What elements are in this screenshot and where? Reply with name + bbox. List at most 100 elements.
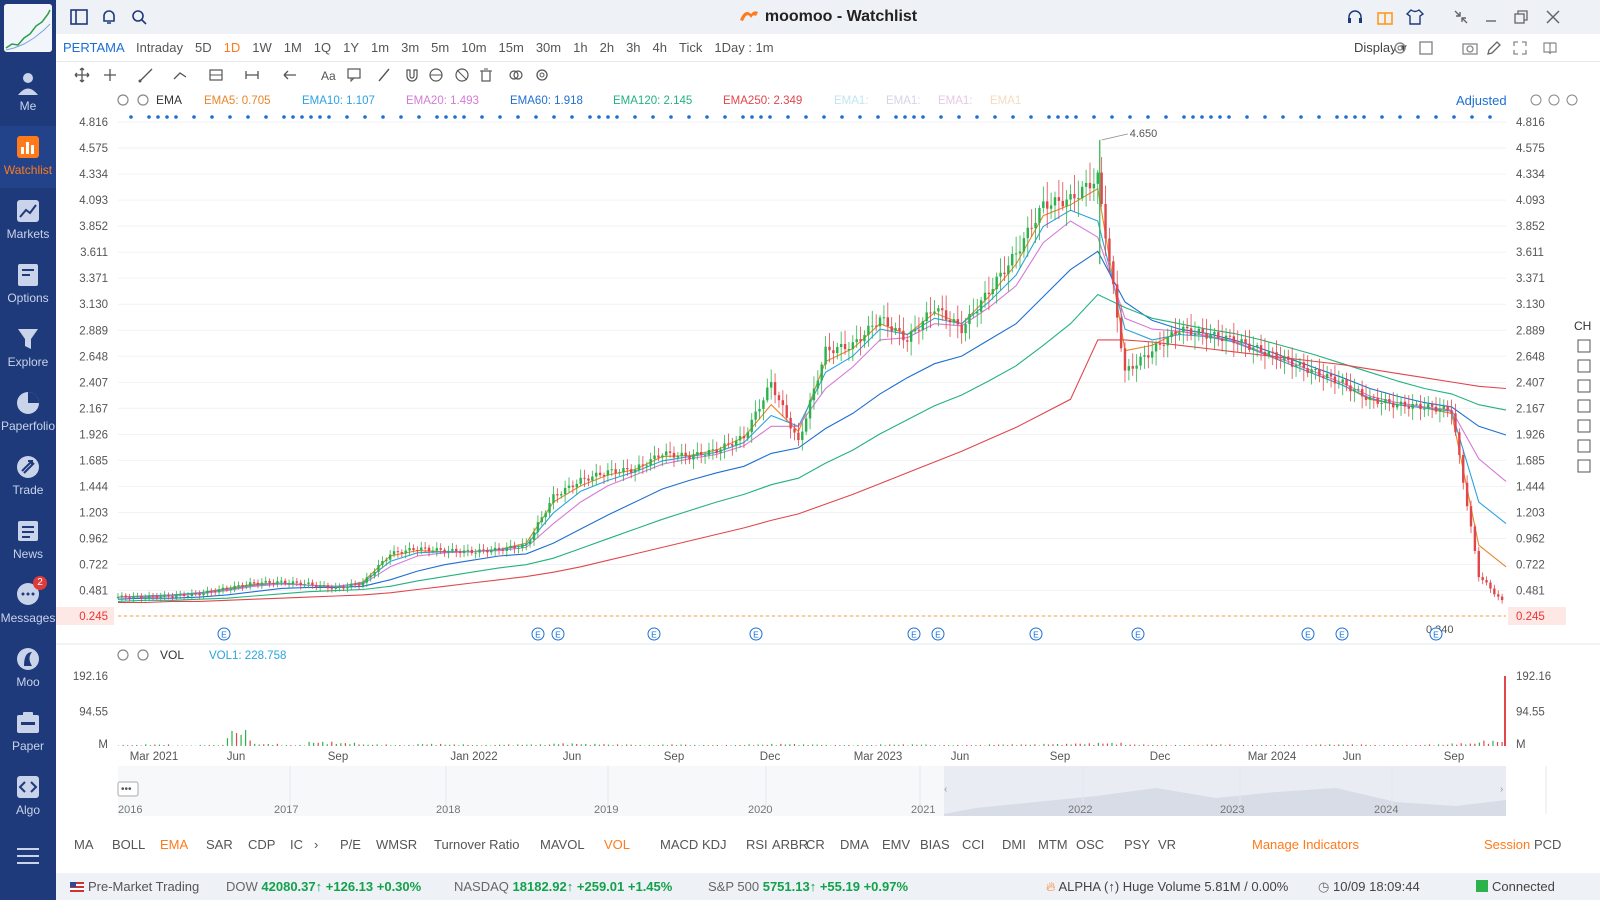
indicator-tab-pcd[interactable]: PCD xyxy=(1534,837,1561,852)
ema-line-ema5[interactable] xyxy=(117,187,1507,598)
event-dot[interactable] xyxy=(453,115,457,119)
indicator-tab-dmi[interactable]: DMI xyxy=(1002,837,1026,852)
event-dot[interactable] xyxy=(534,115,538,119)
magnet-icon[interactable] xyxy=(404,67,420,83)
ema-legend-item[interactable]: EMA5: 0.705 xyxy=(204,95,270,107)
shirt-icon[interactable] xyxy=(1406,8,1424,26)
indicator-tab-mtm[interactable]: MTM xyxy=(1038,837,1068,852)
indicator-tab-osc[interactable]: OSC xyxy=(1076,837,1104,852)
indicator-scroll-chevron-icon[interactable]: › xyxy=(314,837,318,852)
trendline-icon[interactable] xyxy=(138,67,154,83)
indicator-tab-arbr[interactable]: ARBR xyxy=(772,837,808,852)
event-dot[interactable] xyxy=(1047,115,1051,119)
event-dot[interactable] xyxy=(1416,115,1420,119)
event-dot[interactable] xyxy=(1452,115,1456,119)
bell-icon[interactable] xyxy=(100,8,118,26)
ema-legend-item[interactable]: EMA20: 1.493 xyxy=(406,95,479,107)
ema-line-ema120[interactable] xyxy=(117,293,1507,602)
nav-item-explore[interactable]: Explore xyxy=(0,318,56,380)
indicator-tab-bias[interactable]: BIAS xyxy=(920,837,950,852)
settings-gear-icon[interactable] xyxy=(1392,40,1408,56)
side-tool-icon[interactable] xyxy=(1577,339,1591,353)
event-dot[interactable] xyxy=(444,115,448,119)
arrow-icon[interactable] xyxy=(282,67,298,83)
period-tab-2h[interactable]: 2h xyxy=(600,40,614,55)
side-tool-icon[interactable] xyxy=(1577,459,1591,473)
zoom-out-icon[interactable] xyxy=(1548,94,1560,106)
event-dot[interactable] xyxy=(1218,115,1222,119)
settings-icon[interactable] xyxy=(534,67,550,83)
vol-settings-icon[interactable] xyxy=(117,649,129,661)
event-dot[interactable] xyxy=(1380,115,1384,119)
pen-icon[interactable] xyxy=(1486,40,1502,56)
period-tab-30m[interactable]: 30m xyxy=(536,40,561,55)
side-tool-icon[interactable] xyxy=(1577,359,1591,373)
event-dot[interactable] xyxy=(1488,115,1492,119)
side-tool-icon[interactable] xyxy=(1577,379,1591,393)
link-icon[interactable] xyxy=(508,67,524,83)
indicator-tab-emv[interactable]: EMV xyxy=(882,837,910,852)
nav-item-paperfolio[interactable]: Paperfolio xyxy=(0,382,56,444)
navigator-right-handle-icon[interactable]: › xyxy=(1500,784,1503,795)
alpha-alert[interactable]: 🔥︎ ALPHA (↑) Huge Volume 5.81M / 0.00% xyxy=(1046,879,1288,895)
period-tab-10m[interactable]: 10m xyxy=(461,40,486,55)
event-dot[interactable] xyxy=(957,115,961,119)
event-dot[interactable] xyxy=(264,115,268,119)
ticker-symbol[interactable]: PERTAMA xyxy=(63,40,125,55)
event-dot[interactable] xyxy=(1011,115,1015,119)
event-dot[interactable] xyxy=(210,115,214,119)
event-dot[interactable] xyxy=(921,115,925,119)
indicator-tab-boll[interactable]: BOLL xyxy=(112,837,145,852)
mini-chart-thumbnail[interactable] xyxy=(4,4,52,52)
event-dot[interactable] xyxy=(876,115,880,119)
ema-legend-item[interactable]: EMA1: xyxy=(834,95,869,107)
event-dot[interactable] xyxy=(894,115,898,119)
event-dot[interactable] xyxy=(1191,115,1195,119)
indicator-tab-session[interactable]: Session xyxy=(1484,837,1530,852)
indicator-settings-icon[interactable] xyxy=(117,94,129,106)
restore-icon[interactable] xyxy=(1512,8,1530,26)
measure-icon[interactable] xyxy=(244,67,260,83)
event-dot[interactable] xyxy=(1263,115,1267,119)
camera-icon[interactable] xyxy=(1462,40,1478,56)
indicator-tab-ic[interactable]: IC xyxy=(290,837,303,852)
event-dot[interactable] xyxy=(282,115,286,119)
event-dot[interactable] xyxy=(228,115,232,119)
indicator-tab-vr[interactable]: VR xyxy=(1158,837,1176,852)
period-tab-3h[interactable]: 3h xyxy=(626,40,640,55)
ema-legend-item[interactable]: EMA250: 2.349 xyxy=(723,95,802,107)
event-dot[interactable] xyxy=(633,115,637,119)
period-tab-5d[interactable]: 5D xyxy=(195,40,212,55)
fibonacci-icon[interactable] xyxy=(208,67,224,83)
indicator-close-icon[interactable] xyxy=(137,94,149,106)
period-tab-1y[interactable]: 1Y xyxy=(343,40,359,55)
hide-icon[interactable] xyxy=(428,67,444,83)
nav-item-trade[interactable]: Trade xyxy=(0,446,56,508)
minimize-icon[interactable] xyxy=(1482,8,1500,26)
ch-tool-label[interactable]: CH xyxy=(1574,319,1591,333)
nav-item-moo[interactable]: Moo xyxy=(0,638,56,700)
ema-line-ema20[interactable] xyxy=(118,220,1507,598)
fullscreen-icon[interactable] xyxy=(1512,40,1528,56)
overview-navigator[interactable]: ••• 2016 2017 2018 2019 2020 2021 2022 2023 2024 ‹… xyxy=(117,766,1547,816)
event-dot[interactable] xyxy=(858,115,862,119)
event-dot[interactable] xyxy=(327,115,331,119)
indicator-tab-rsi[interactable]: RSI xyxy=(746,837,768,852)
navigator-left-handle-icon[interactable]: ‹ xyxy=(944,784,947,795)
indicator-tab-mavol[interactable]: MAVOL xyxy=(540,837,585,852)
event-dot[interactable] xyxy=(1182,115,1186,119)
event-dot[interactable] xyxy=(1074,115,1078,119)
event-dot[interactable] xyxy=(606,115,610,119)
event-dot[interactable] xyxy=(759,115,763,119)
event-dot[interactable] xyxy=(462,115,466,119)
event-dot[interactable] xyxy=(1470,115,1474,119)
event-dot[interactable] xyxy=(651,115,655,119)
brush-icon[interactable] xyxy=(376,67,392,83)
period-tab-1d[interactable]: 1D xyxy=(224,40,241,55)
period-tab-3m[interactable]: 3m xyxy=(401,40,419,55)
indicator-tab-wmsr[interactable]: WMSR xyxy=(376,837,417,852)
ema-legend-item[interactable]: EMA1 xyxy=(990,95,1021,107)
comment-icon[interactable] xyxy=(346,67,362,83)
period-tab-1h[interactable]: 1h xyxy=(573,40,587,55)
event-dot[interactable] xyxy=(822,115,826,119)
